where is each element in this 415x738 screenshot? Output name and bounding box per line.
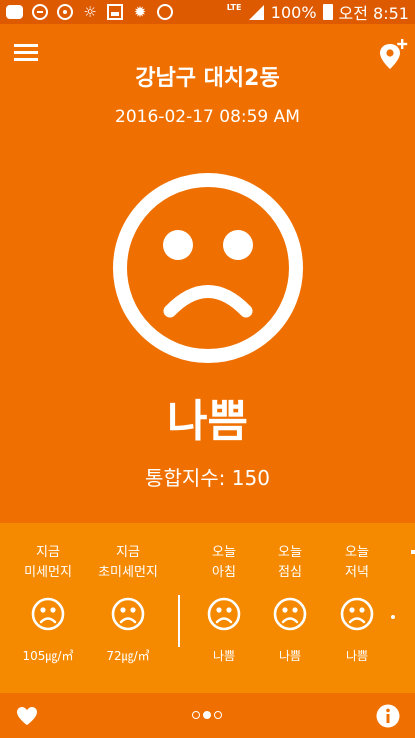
battery-icon	[322, 4, 333, 20]
integrated-index: 통합지수: 150	[0, 462, 415, 491]
page-dot[interactable]	[214, 711, 222, 719]
signal-icon	[248, 5, 264, 20]
sad-face-icon	[207, 597, 241, 631]
next-item-peek	[411, 550, 415, 554]
dust-icon	[157, 4, 173, 20]
page-dot-active[interactable]	[203, 711, 211, 719]
sad-face-icon	[31, 597, 65, 631]
status-bar: ☼ ✹ LTE 100% 오전 8:51	[0, 0, 415, 24]
index-value: 150	[231, 466, 270, 490]
battery-percent: 100%	[270, 2, 317, 22]
message-icon	[6, 5, 23, 19]
forecast-divider	[178, 595, 180, 647]
forecast-item-pm25[interactable]: 지금 초미세먼지 72㎍/㎥	[89, 523, 167, 664]
page-indicator	[192, 711, 222, 719]
page-dot[interactable]	[192, 711, 200, 719]
forecast-type-label: 미세먼지	[24, 565, 72, 580]
bottom-bar	[0, 693, 415, 738]
sad-face-icon	[113, 173, 303, 363]
heart-icon[interactable]	[16, 706, 38, 726]
sun-icon: ✹	[133, 3, 147, 21]
clock: 오전 8:51	[338, 4, 409, 23]
forecast-value: 105㎍/㎥	[22, 649, 74, 663]
sad-face-icon	[111, 597, 145, 631]
measurement-datetime: 2016-02-17 08:59 AM	[115, 107, 300, 127]
forecast-type-label: 저녁	[345, 565, 369, 580]
notification-icons: ☼ ✹	[6, 4, 173, 20]
forecast-time-label: 지금	[36, 545, 60, 560]
brightness-icon: ☼	[83, 3, 97, 21]
do-not-disturb-icon	[32, 4, 48, 20]
forecast-item-evening[interactable]: 오늘 저녁 나쁨	[318, 523, 396, 664]
scroll-indicator-dot	[391, 615, 395, 619]
image-icon	[107, 4, 123, 20]
forecast-time-label: 지금	[116, 545, 140, 560]
sync-icon	[57, 4, 73, 20]
forecast-time-label: 오늘	[345, 545, 369, 560]
forecast-item-pm10[interactable]: 지금 미세먼지 105㎍/㎥	[9, 523, 87, 664]
sad-face-icon	[273, 597, 307, 631]
system-icons: LTE 100% 오전 8:51	[227, 0, 409, 24]
forecast-value: 나쁨	[345, 649, 369, 663]
forecast-panel[interactable]: 지금 미세먼지 105㎍/㎥ 지금 초미세먼지 72㎍/㎥ 오늘 아침 나쁨 오…	[0, 523, 415, 693]
sad-face-icon	[340, 597, 374, 631]
location-title: 강남구 대치2동	[135, 66, 280, 91]
forecast-value: 72㎍/㎥	[106, 649, 150, 663]
forecast-type-label: 초미세먼지	[98, 565, 158, 580]
lte-icon: LTE	[226, 3, 242, 12]
info-icon[interactable]	[376, 704, 400, 728]
air-quality-status: 나쁨	[167, 396, 248, 447]
index-label: 통합지수:	[145, 466, 226, 490]
